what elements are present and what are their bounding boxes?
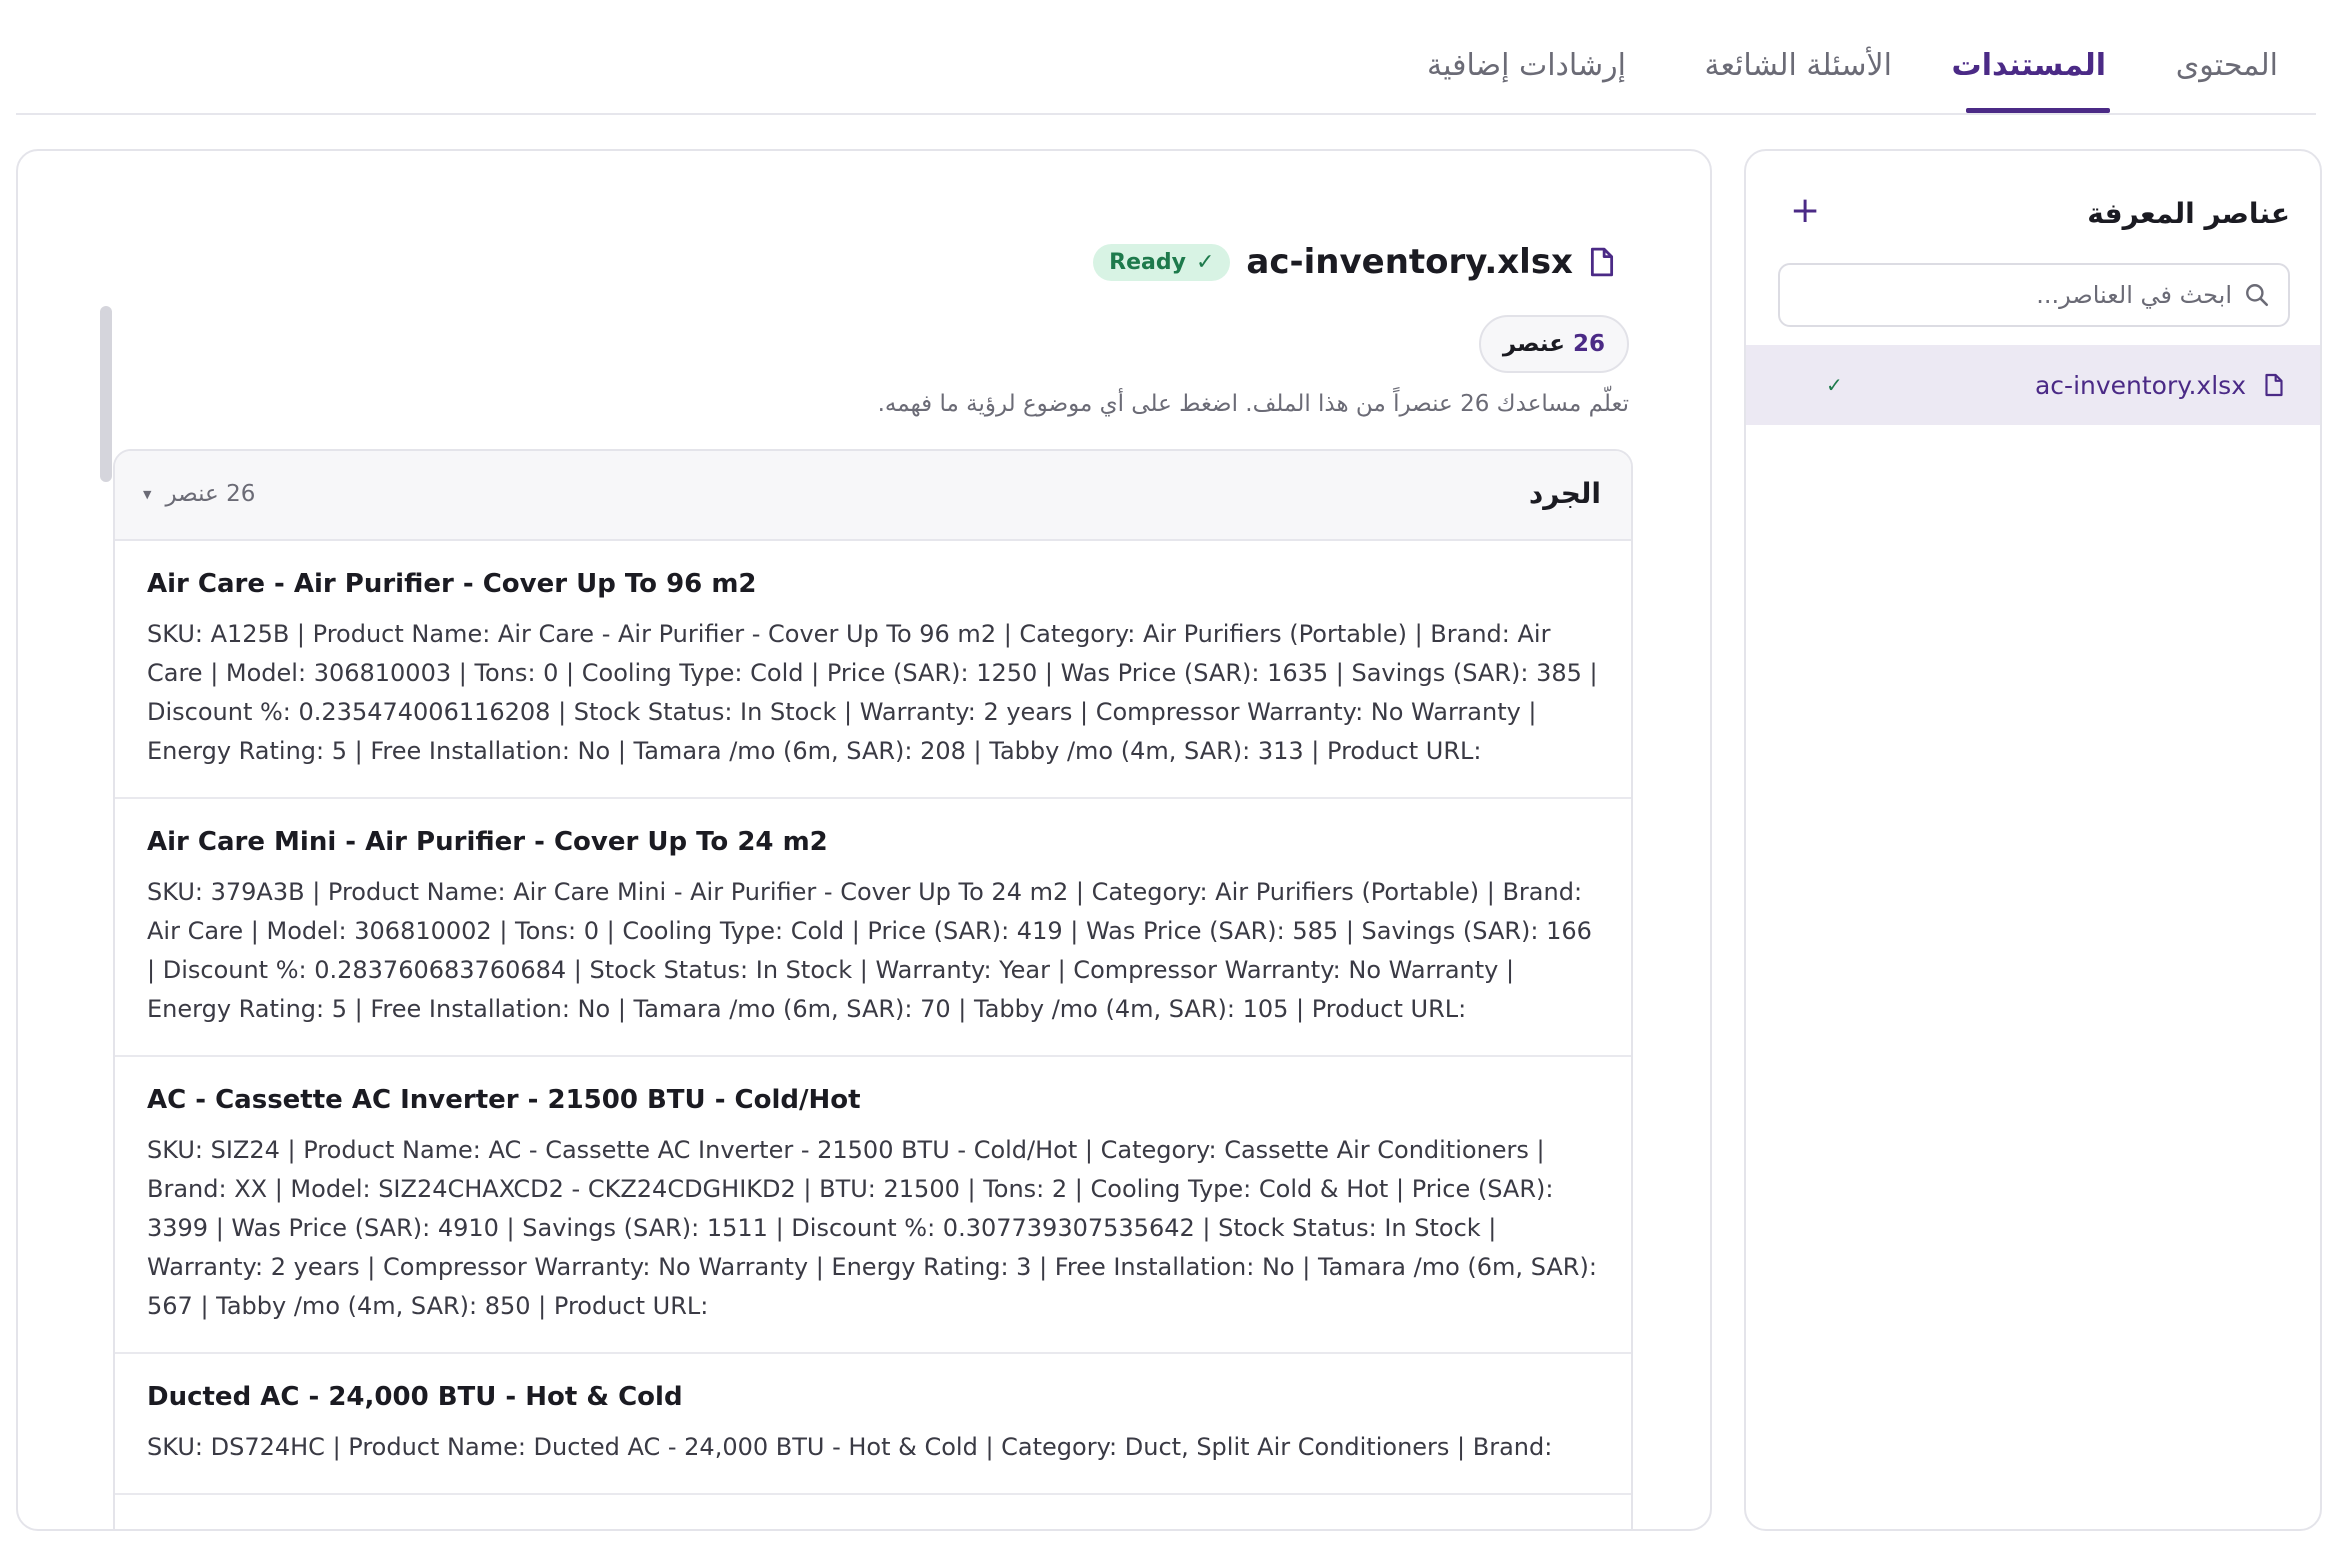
check-icon: ✓ <box>1195 249 1215 275</box>
scrollbar-thumb[interactable] <box>100 306 112 482</box>
search-icon <box>2246 284 2269 307</box>
item-title: Air Care Mini - Air Purifier - Cover Up … <box>147 827 828 857</box>
status-badge-label: Ready <box>1109 249 1186 275</box>
sidebar-title: عناصر المعرفة <box>2087 197 2290 230</box>
document-title: ac-inventory.xlsx <box>1246 242 1573 282</box>
item-body: SKU: SIZ24 | Product Name: AC - Cassette… <box>147 1136 1597 1320</box>
document-panel: ac-inventory.xlsx Ready ✓ 26 عنصر تعلّم … <box>16 149 1712 1531</box>
item-title: Ducted AC - 24,000 BTU - Hot & Cold <box>147 1382 683 1412</box>
document-description: تعلّم مساعدك 26 عنصراً من هذا الملف. اضغ… <box>877 391 1629 417</box>
file-icon <box>2265 373 2283 397</box>
tab-content[interactable]: المحتوى <box>2176 48 2278 83</box>
add-button[interactable]: + <box>1790 193 1820 229</box>
list-item[interactable]: Air Care Mini - Air Purifier - Cover Up … <box>115 799 1631 1057</box>
group-title: الجرد <box>1528 477 1601 510</box>
group-count-label: 26 عنصر <box>165 481 256 507</box>
caret-down-icon: ▼ <box>143 487 152 501</box>
search-input[interactable] <box>1798 281 2232 309</box>
item-count-number: 26 <box>1572 331 1605 357</box>
app-root: المحتوى المستندات الأسئلة الشائعة إرشادا… <box>0 0 2332 1550</box>
tab-faq[interactable]: الأسئلة الشائعة <box>1705 48 1892 83</box>
group-header[interactable]: الجرد ▼ 26 عنصر <box>115 451 1631 541</box>
active-tab-indicator <box>1966 108 2110 113</box>
item-count-label: عنصر <box>1502 331 1565 357</box>
search-box <box>1778 263 2290 327</box>
check-icon: ✓ <box>1826 373 1843 397</box>
group-collapse-toggle[interactable]: ▼ 26 عنصر <box>143 481 255 507</box>
item-body: SKU: 379A3B | Product Name: Air Care Min… <box>147 878 1592 1023</box>
sidebar-item-label: ac-inventory.xlsx <box>2034 370 2246 400</box>
tab-documents[interactable]: المستندات <box>1952 48 2106 83</box>
item-body: SKU: A125B | Product Name: Air Care - Ai… <box>147 620 1598 765</box>
file-icon <box>1590 247 1614 277</box>
item-body: SKU: DS724HC | Product Name: Ducted AC -… <box>147 1433 1553 1461</box>
item-title: Air Care - Air Purifier - Cover Up To 96… <box>147 569 757 599</box>
top-tabs: المحتوى المستندات الأسئلة الشائعة إرشادا… <box>16 0 2316 115</box>
sidebar-item-ac-inventory[interactable]: ac-inventory.xlsx ✓ <box>1746 345 2320 425</box>
item-count-pill: 26 عنصر <box>1478 315 1629 373</box>
document-header: ac-inventory.xlsx Ready ✓ <box>1093 237 1615 287</box>
knowledge-group: الجرد ▼ 26 عنصر Air Care - Air Purifier … <box>113 449 1633 1529</box>
item-title: AC - Cassette AC Inverter - 21500 BTU - … <box>147 1085 861 1115</box>
list-item[interactable]: Ducted AC - 24,000 BTU - Hot & Cold SKU:… <box>115 1354 1631 1495</box>
list-item[interactable]: AC - Cassette AC Inverter - 21500 BTU - … <box>115 1057 1631 1354</box>
tab-additional-guidance[interactable]: إرشادات إضافية <box>1427 48 1626 83</box>
status-badge: Ready ✓ <box>1093 243 1231 281</box>
list-item[interactable]: Air Care - Air Purifier - Cover Up To 96… <box>115 541 1631 799</box>
knowledge-sidebar: عناصر المعرفة + ac-inventory.xlsx ✓ <box>1744 149 2322 1531</box>
